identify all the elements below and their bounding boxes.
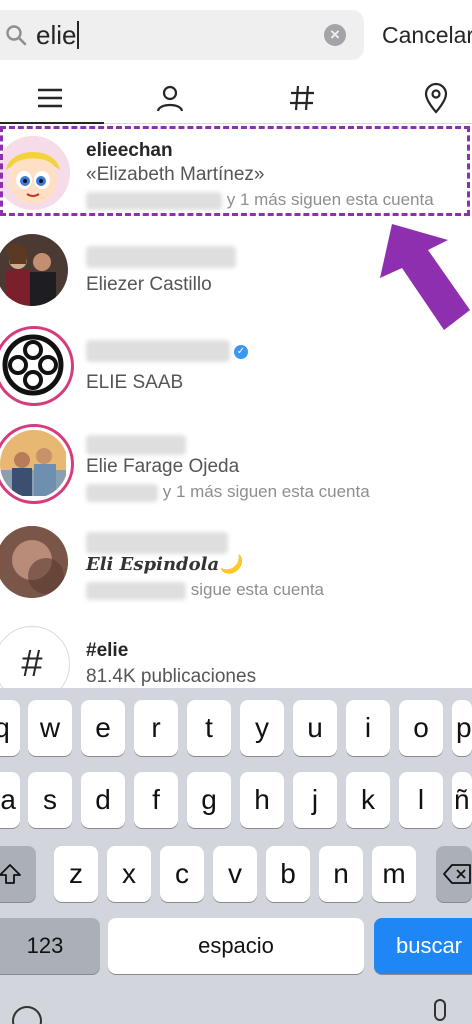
key-l[interactable]: l xyxy=(399,772,443,828)
key-k[interactable]: k xyxy=(346,772,390,828)
key-d[interactable]: d xyxy=(81,772,125,828)
emoji-icon[interactable] xyxy=(10,1004,44,1024)
result-username-blurred xyxy=(86,532,228,554)
avatar xyxy=(0,234,68,306)
search-row: elie × Cancelar xyxy=(0,10,472,62)
search-icon xyxy=(6,25,27,46)
key-x[interactable]: x xyxy=(107,846,151,902)
key-c[interactable]: c xyxy=(160,846,204,902)
tab-places[interactable] xyxy=(386,72,472,124)
key-w[interactable]: w xyxy=(28,700,72,756)
highlight-box xyxy=(0,126,470,216)
space-key[interactable]: espacio xyxy=(108,918,364,974)
result-username-blurred: ✓ xyxy=(86,340,248,362)
tab-accounts[interactable] xyxy=(120,72,220,124)
active-tab-indicator xyxy=(0,122,104,124)
avatar xyxy=(0,332,68,400)
photo-avatar-icon xyxy=(0,234,68,306)
key-j[interactable]: j xyxy=(293,772,337,828)
keyboard: q w e r t y u i o p a s d f g h j k l ñ … xyxy=(0,688,472,1024)
text-caret xyxy=(77,21,80,49)
search-input[interactable]: elie × xyxy=(0,10,364,60)
key-e[interactable]: e xyxy=(81,700,125,756)
key-f[interactable]: f xyxy=(134,772,178,828)
key-a[interactable]: a xyxy=(0,772,20,828)
result-username-blurred xyxy=(86,246,236,268)
result-fullname: 𝑬𝒍𝒊 𝑬𝒔𝒑𝒊𝒏𝒅𝒐𝒍𝒂🌙 xyxy=(86,554,242,575)
backspace-icon xyxy=(443,864,471,884)
hashtag-icon xyxy=(290,85,314,111)
key-i[interactable]: i xyxy=(346,700,390,756)
result-fullname: Elie Farage Ojeda xyxy=(86,456,240,477)
key-v[interactable]: v xyxy=(213,846,257,902)
result-meta: y 1 más siguen esta cuenta xyxy=(86,482,370,502)
result-fullname: ELIE SAAB xyxy=(86,372,184,393)
tab-top[interactable] xyxy=(0,72,100,124)
avatar-story-ring xyxy=(0,326,74,406)
result-fullname: Eliezer Castillo xyxy=(86,274,212,295)
key-o[interactable]: o xyxy=(399,700,443,756)
result-hashtag-elie[interactable]: # #elie 81.4K publicaciones xyxy=(0,624,472,702)
key-g[interactable]: g xyxy=(187,772,231,828)
photo-avatar-icon xyxy=(0,430,66,496)
search-tabs xyxy=(0,72,472,124)
key-s[interactable]: s xyxy=(28,772,72,828)
shift-icon xyxy=(0,864,21,884)
key-t[interactable]: t xyxy=(187,700,231,756)
shift-key[interactable] xyxy=(0,846,36,902)
avatar xyxy=(0,526,68,598)
list-icon xyxy=(38,88,62,108)
result-post-count: 81.4K publicaciones xyxy=(86,666,257,687)
verified-badge-icon: ✓ xyxy=(234,345,248,360)
key-p[interactable]: p xyxy=(452,700,472,756)
result-username-blurred xyxy=(86,434,186,456)
person-icon xyxy=(156,85,184,112)
result-meta: sigue esta cuenta xyxy=(86,580,324,600)
key-n-tilde[interactable]: ñ xyxy=(452,772,472,828)
result-eli-espindola[interactable]: 𝑬𝒍𝒊 𝑬𝒔𝒑𝒊𝒏𝒅𝒐𝒍𝒂🌙 sigue esta cuenta xyxy=(0,524,472,614)
search-key[interactable]: buscar xyxy=(374,918,472,974)
avatar-story-ring xyxy=(0,424,74,504)
key-q[interactable]: q xyxy=(0,700,20,756)
key-m[interactable]: m xyxy=(372,846,416,902)
key-n[interactable]: n xyxy=(319,846,363,902)
key-b[interactable]: b xyxy=(266,846,310,902)
location-pin-icon xyxy=(424,82,448,114)
avatar xyxy=(0,430,68,498)
clear-search-icon[interactable]: × xyxy=(324,24,346,46)
key-h[interactable]: h xyxy=(240,772,284,828)
result-hashtag: #elie xyxy=(86,640,129,661)
result-elie-farage[interactable]: Elie Farage Ojeda y 1 más siguen esta cu… xyxy=(0,422,472,512)
key-y[interactable]: y xyxy=(240,700,284,756)
ornament-logo-icon xyxy=(0,332,66,398)
key-r[interactable]: r xyxy=(134,700,178,756)
blurred-photo-avatar-icon xyxy=(0,526,68,598)
numbers-key[interactable]: 123 xyxy=(0,918,100,974)
key-z[interactable]: z xyxy=(54,846,98,902)
tab-tags[interactable] xyxy=(252,72,352,124)
cancel-button[interactable]: Cancelar xyxy=(382,22,472,49)
search-query: elie xyxy=(36,20,80,51)
microphone-icon[interactable] xyxy=(428,998,452,1024)
arrow-pointer-icon xyxy=(380,224,470,330)
key-u[interactable]: u xyxy=(293,700,337,756)
delete-key[interactable] xyxy=(436,846,472,902)
